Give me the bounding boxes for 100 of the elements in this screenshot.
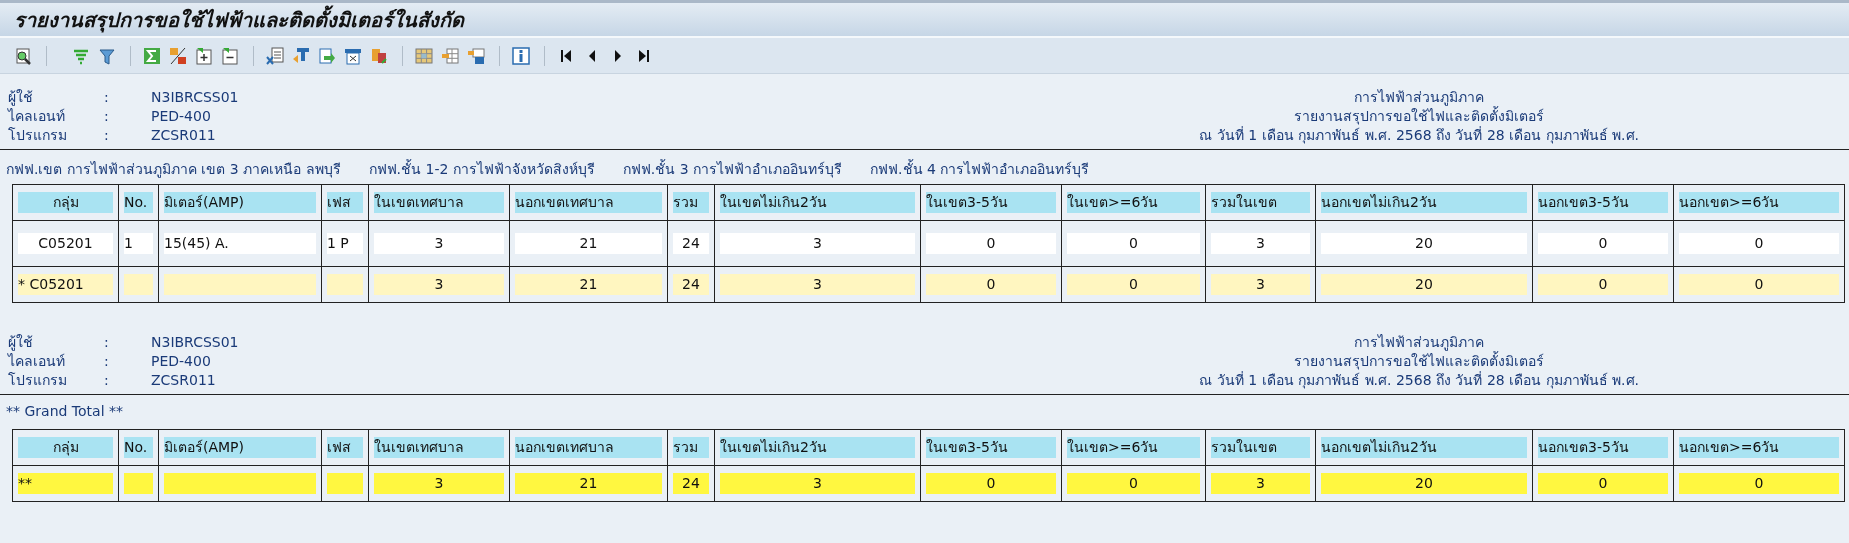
table-cell: 1 P [327, 233, 363, 254]
column-header: นอกเขต3-5วัน [1538, 437, 1668, 458]
table-cell [124, 473, 153, 494]
report-heading: รายงานสรุปการขอใช้ไฟและติดตั้งมิเตอร์ [1199, 352, 1639, 371]
expand-icon[interactable] [195, 46, 213, 65]
table-cell: 15(45) A. [164, 233, 316, 254]
find-icon[interactable] [14, 46, 32, 65]
colon-label: : [104, 333, 110, 352]
column-header: นอกเขต3-5วัน [1538, 192, 1668, 213]
window-title: รายงานสรุปการขอใช้ไฟฟ้าและติดตั้งมิเตอร์ในสังกัด [14, 4, 464, 35]
funnel-icon[interactable] [98, 46, 116, 65]
field-label: โปรแกรม [8, 371, 68, 390]
table-cell: 20 [1321, 274, 1527, 295]
column-header: นอกเขตเทศบาล [515, 437, 662, 458]
table-cell: 0 [1679, 274, 1839, 295]
column-header: No. [124, 437, 153, 458]
field-value: PED-400 [151, 352, 211, 371]
table-cell: 0 [926, 473, 1056, 494]
table-cell: 21 [515, 274, 662, 295]
field-value: ZCSR011 [151, 126, 216, 145]
column-header: นอกเขต>=6วัน [1679, 437, 1839, 458]
table-cell: 24 [673, 233, 709, 254]
column-header: รวม [673, 437, 709, 458]
report-heading: ณ วันที่ 1 เดือน กุมภาพันธ์ พ.ศ. 2568 ถึง วันที่ 28 เดือน กุมภาพันธ์ พ.ศ. [1199, 371, 1639, 390]
table-cell: 0 [926, 274, 1056, 295]
document-arrow-icon[interactable] [318, 46, 336, 65]
column-header: กลุ่ม [18, 437, 113, 458]
table-cell: 0 [1679, 473, 1839, 494]
table-cell: 3 [1211, 274, 1310, 295]
table-cell: 0 [1067, 233, 1200, 254]
column-header: นอกเขตเทศบาล [515, 192, 662, 213]
column-header: ในเขตไม่เกิน2วัน [720, 192, 915, 213]
save-layout-icon[interactable] [467, 46, 485, 65]
table-cell: 20 [1321, 233, 1527, 254]
colon-label: : [104, 126, 110, 145]
table-cell: * C05201 [18, 274, 113, 295]
column-header: นอกเขต>=6วัน [1679, 192, 1839, 213]
column-header: รวม [673, 192, 709, 213]
field-value: ZCSR011 [151, 371, 216, 390]
table-cell: 3 [374, 233, 504, 254]
colon-label: : [104, 107, 110, 126]
table-cell: 3 [374, 274, 504, 295]
grid-icon[interactable] [415, 46, 433, 65]
column-header: เฟส [327, 192, 363, 213]
column-select-icon[interactable] [441, 46, 459, 65]
field-label: ไคลเอนท์ [8, 352, 66, 371]
column-header: ในเขตเทศบาล [374, 437, 504, 458]
table-cell [327, 473, 363, 494]
colon-label: : [104, 352, 110, 371]
report-heading: ณ วันที่ 1 เดือน กุมภาพันธ์ พ.ศ. 2568 ถึง วันที่ 28 เดือน กุมภาพันธ์ พ.ศ. [1199, 126, 1639, 145]
column-header: นอกเขตไม่เกิน2วัน [1321, 192, 1527, 213]
column-header: ในเขต>=6วัน [1067, 192, 1200, 213]
text-arrow-icon[interactable] [292, 46, 310, 65]
column-header: นอกเขตไม่เกิน2วัน [1321, 437, 1527, 458]
report-heading: การไฟฟ้าส่วนภูมิภาค [1354, 88, 1485, 106]
group-label: ** Grand Total ** [6, 403, 123, 420]
field-label: ไคลเอนท์ [8, 107, 66, 126]
report-heading: รายงานสรุปการขอใช้ไฟและติดตั้งมิเตอร์ [1199, 107, 1639, 126]
colon-label: : [104, 371, 110, 390]
table-cell: 0 [1538, 233, 1668, 254]
layout-icon[interactable] [344, 46, 362, 65]
column-header: No. [124, 192, 153, 213]
collapse-icon[interactable] [221, 46, 239, 65]
table-cell: 0 [1067, 473, 1200, 494]
field-label: ผู้ใช้ [8, 88, 34, 107]
column-header: มิเตอร์(AMP) [164, 192, 316, 213]
table-cell: 21 [515, 473, 662, 494]
sigma-icon[interactable] [143, 46, 161, 65]
spreadsheet-icon[interactable] [266, 46, 284, 65]
table-cell: 3 [1211, 233, 1310, 254]
table-cell: 3 [374, 473, 504, 494]
table-cell: 0 [1538, 274, 1668, 295]
table-cell: 3 [720, 473, 915, 494]
table-cell: 0 [1538, 473, 1668, 494]
table-cell: 0 [1067, 274, 1200, 295]
colon-label: : [104, 88, 110, 107]
table-cell: 0 [1679, 233, 1839, 254]
table-cell: 3 [720, 233, 915, 254]
report-heading: การไฟฟ้าส่วนภูมิภาค [1354, 333, 1485, 351]
column-header: มิเตอร์(AMP) [164, 437, 316, 458]
column-header: ในเขต3-5วัน [926, 437, 1056, 458]
column-header: รวมในเขต [1211, 437, 1310, 458]
column-header: กลุ่ม [18, 192, 113, 213]
field-label: ผู้ใช้ [8, 333, 34, 352]
table-cell: ** [18, 473, 113, 494]
table-cell [327, 274, 363, 295]
table-cell: 0 [926, 233, 1056, 254]
table-cell: C05201 [18, 233, 113, 254]
table-cell: 24 [673, 473, 709, 494]
table-cell: 1 [124, 233, 153, 254]
column-header: ในเขต3-5วัน [926, 192, 1056, 213]
field-label: โปรแกรม [8, 126, 68, 145]
column-header: ในเขตไม่เกิน2วัน [720, 437, 915, 458]
info-icon[interactable] [512, 46, 530, 65]
field-value: N3IBRCSS01 [151, 88, 239, 107]
column-header: รวมในเขต [1211, 192, 1310, 213]
table-cell: 20 [1321, 473, 1527, 494]
table-cell: 3 [720, 274, 915, 295]
table-cell: 21 [515, 233, 662, 254]
field-value: PED-400 [151, 107, 211, 126]
